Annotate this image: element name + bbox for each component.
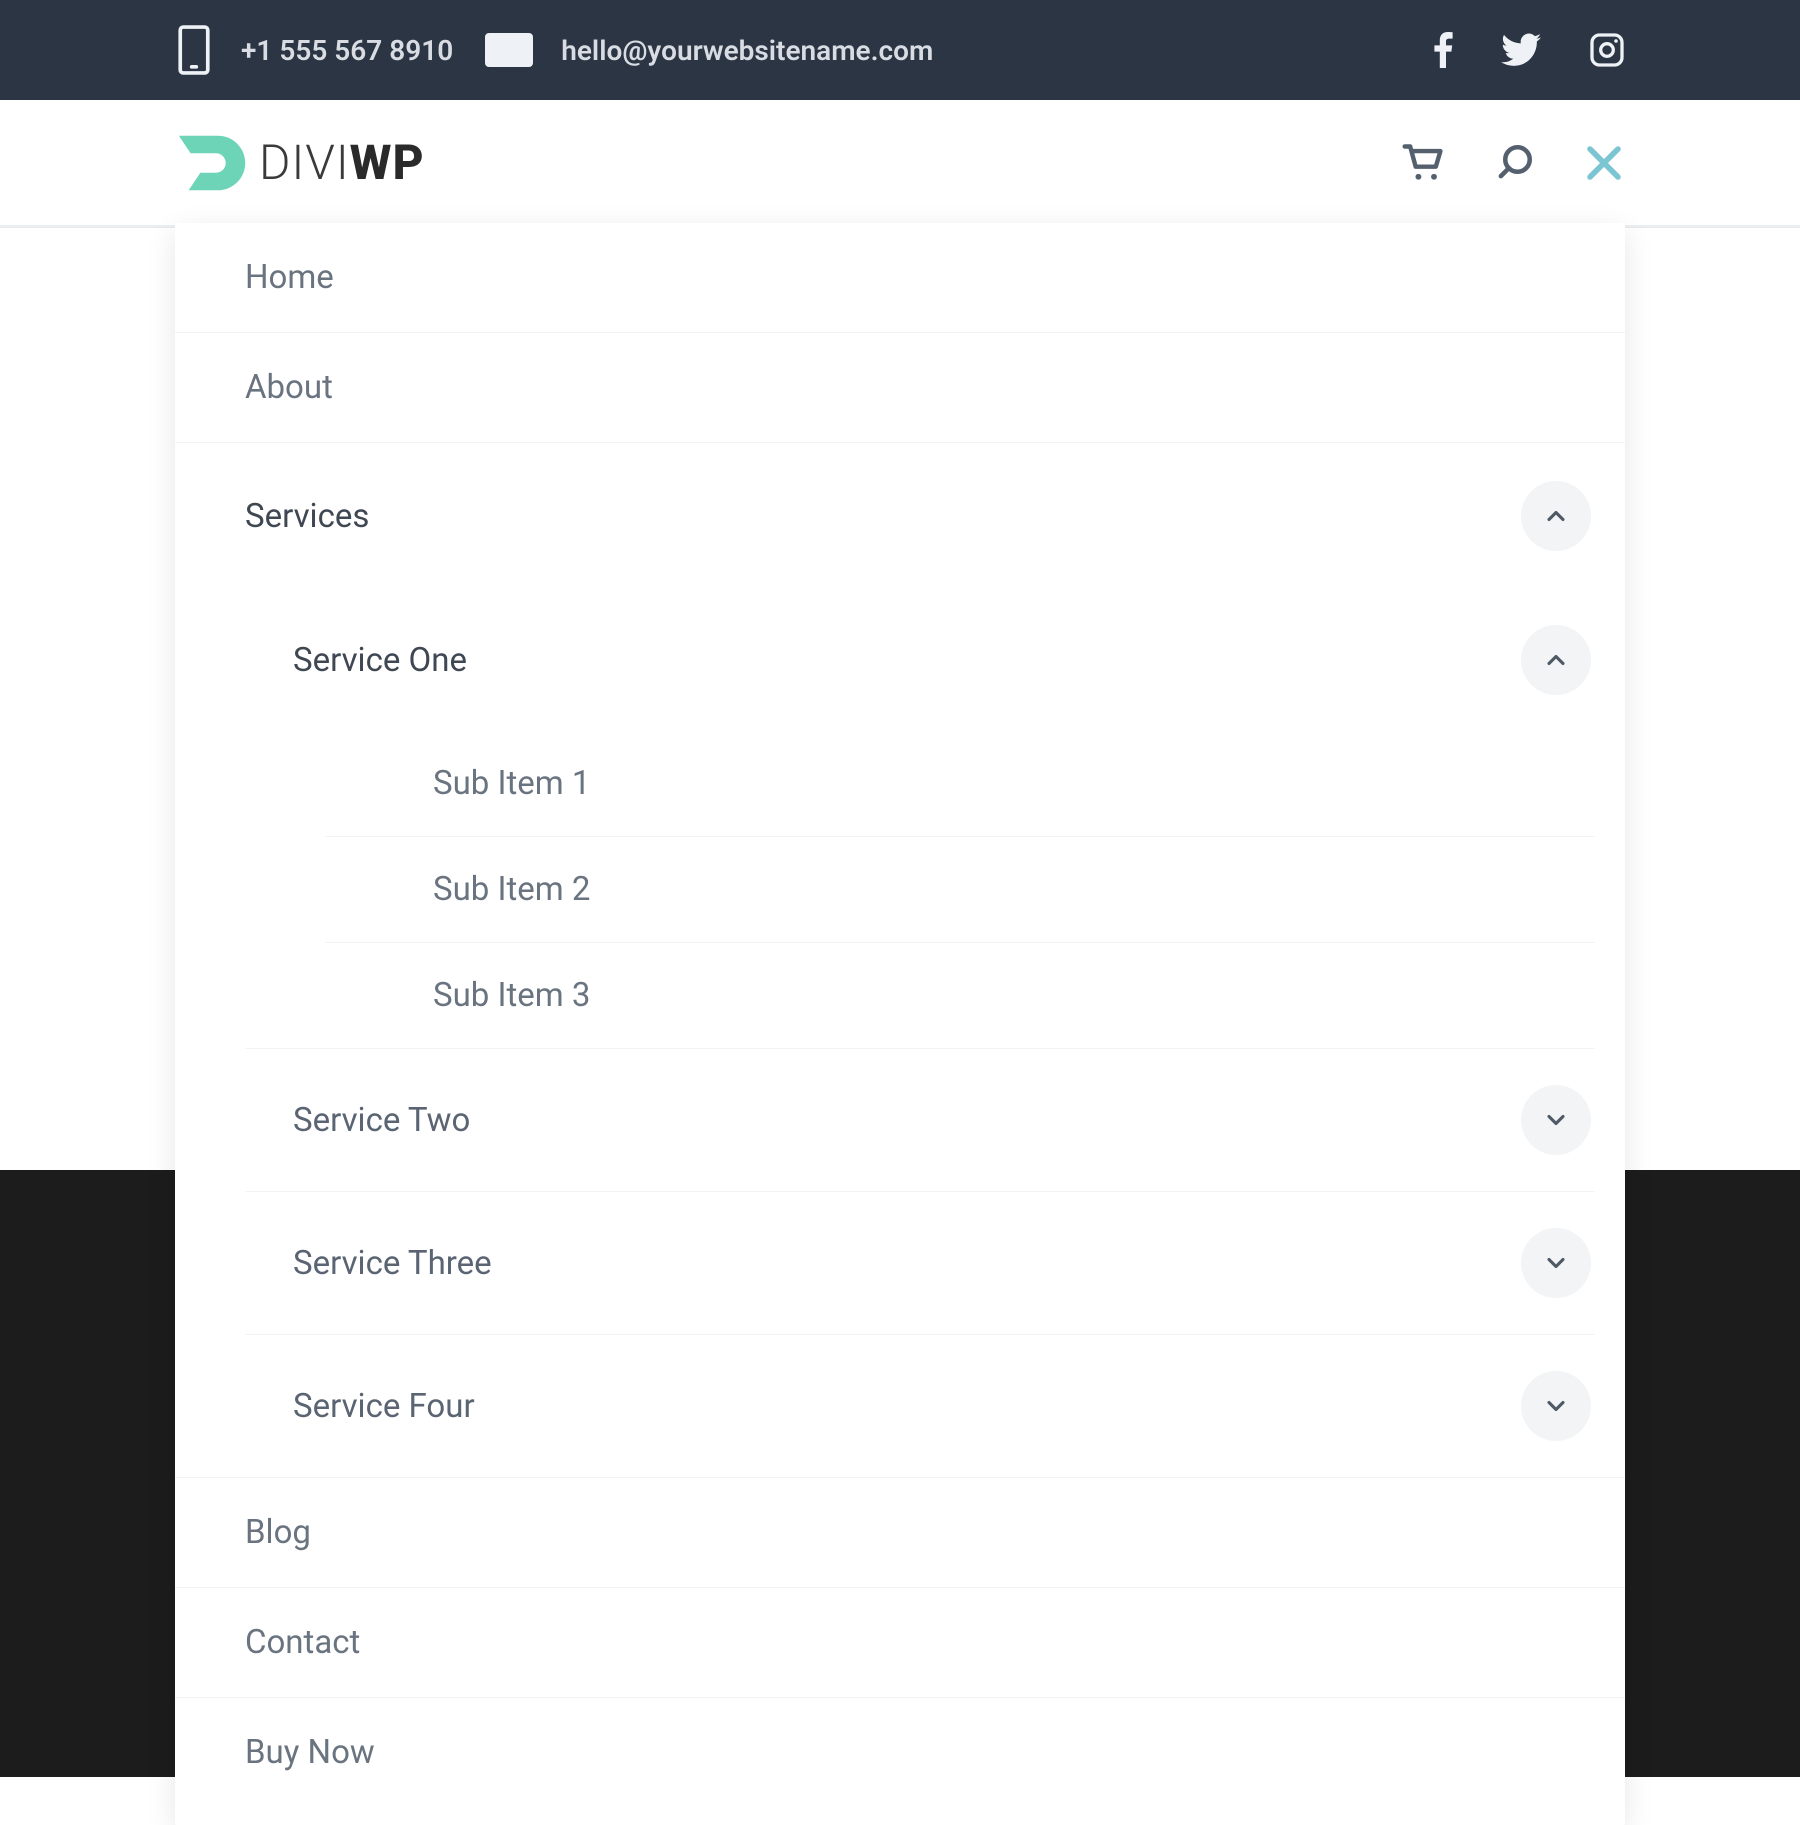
menu-label-services: Services <box>245 500 369 533</box>
header: DIVIWP <box>0 100 1800 227</box>
menu-item-service-three[interactable]: Service Three <box>245 1191 1595 1334</box>
menu-label-sub-3: Sub Item 3 <box>433 979 590 1012</box>
menu-item-blog[interactable]: Blog <box>175 1477 1625 1587</box>
topbar-email-text: hello@yourwebsitename.com <box>561 34 933 67</box>
chevron-down-icon <box>1542 1249 1570 1277</box>
chevron-up-icon <box>1542 502 1570 530</box>
menu-label-buy-now: Buy Now <box>245 1736 375 1769</box>
menu-label-sub-2: Sub Item 2 <box>433 873 590 906</box>
menu-label-sub-1: Sub Item 1 <box>433 767 590 800</box>
logo-text: DIVIWP <box>259 134 425 191</box>
search-icon[interactable] <box>1493 142 1535 184</box>
menu-item-service-four[interactable]: Service Four <box>245 1334 1595 1477</box>
menu-label-about: About <box>245 371 333 404</box>
close-icon[interactable] <box>1583 142 1625 184</box>
menu-label-blog: Blog <box>245 1516 311 1549</box>
logo-text-part1: DIVI <box>259 134 350 191</box>
expand-toggle-services[interactable] <box>1521 481 1591 551</box>
twitter-icon[interactable] <box>1501 33 1541 67</box>
menu-item-sub-3[interactable]: Sub Item 3 <box>325 942 1595 1048</box>
email-icon <box>485 33 533 67</box>
expand-toggle-service-three[interactable] <box>1521 1228 1591 1298</box>
expand-toggle-service-four[interactable] <box>1521 1371 1591 1441</box>
header-actions <box>1401 142 1625 184</box>
menu-label-service-three: Service Three <box>293 1244 492 1283</box>
phone-icon <box>175 24 213 76</box>
menu-item-sub-2[interactable]: Sub Item 2 <box>325 836 1595 942</box>
logo[interactable]: DIVIWP <box>175 124 1401 202</box>
topbar-phone-text: +1 555 567 8910 <box>241 34 453 67</box>
menu-label-home: Home <box>245 261 334 294</box>
topbar-left: +1 555 567 8910 hello@yourwebsitename.co… <box>175 24 1433 76</box>
topbar-socials <box>1433 32 1625 68</box>
mobile-menu-panel: Home About Services Service One Sub Item… <box>175 223 1625 1825</box>
menu-item-buy-now[interactable]: Buy Now <box>175 1697 1625 1807</box>
instagram-icon[interactable] <box>1589 32 1625 68</box>
logo-mark-icon <box>175 124 253 202</box>
menu-label-service-two: Service Two <box>293 1101 470 1140</box>
menu-label-service-one: Service One <box>293 641 467 680</box>
expand-toggle-service-one[interactable] <box>1521 625 1591 695</box>
menu-item-services[interactable]: Services <box>175 442 1625 589</box>
cart-icon[interactable] <box>1401 142 1445 184</box>
menu-item-contact[interactable]: Contact <box>175 1587 1625 1697</box>
chevron-down-icon <box>1542 1106 1570 1134</box>
logo-text-part2: WP <box>350 134 425 191</box>
menu-item-service-two[interactable]: Service Two <box>245 1048 1595 1191</box>
menu-label-service-four: Service Four <box>293 1387 475 1426</box>
chevron-down-icon <box>1542 1392 1570 1420</box>
menu-item-about[interactable]: About <box>175 332 1625 442</box>
menu-label-contact: Contact <box>245 1626 360 1659</box>
topbar-phone-group[interactable]: +1 555 567 8910 <box>175 24 453 76</box>
chevron-up-icon <box>1542 646 1570 674</box>
menu-item-home[interactable]: Home <box>175 223 1625 332</box>
menu-item-service-one[interactable]: Service One <box>245 589 1595 731</box>
menu-item-sub-1[interactable]: Sub Item 1 <box>325 731 1595 836</box>
facebook-icon[interactable] <box>1433 32 1453 68</box>
topbar: +1 555 567 8910 hello@yourwebsitename.co… <box>0 0 1800 100</box>
expand-toggle-service-two[interactable] <box>1521 1085 1591 1155</box>
topbar-email-group[interactable]: hello@yourwebsitename.com <box>485 33 933 67</box>
